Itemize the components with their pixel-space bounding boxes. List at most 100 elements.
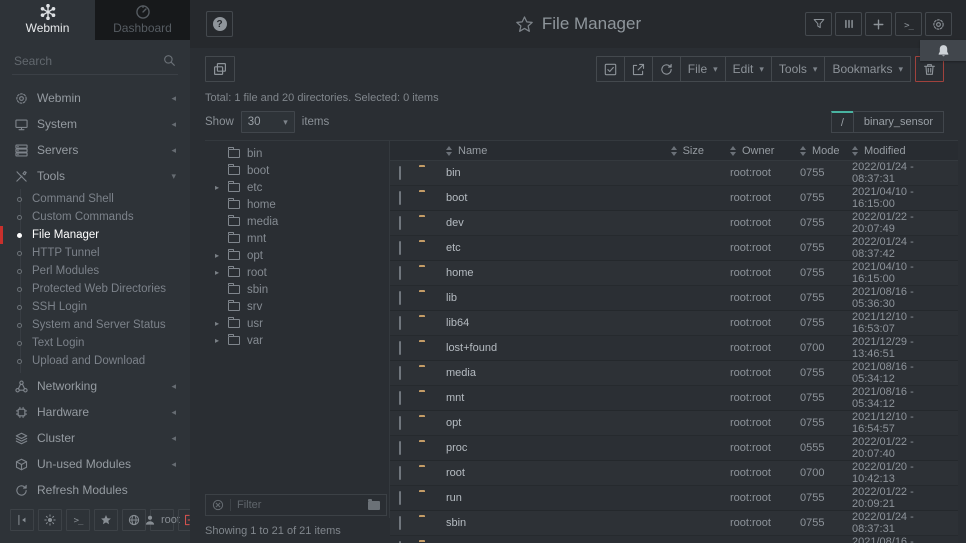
- tab-dashboard[interactable]: Dashboard: [95, 0, 190, 40]
- copy-path-button[interactable]: [205, 56, 235, 82]
- expand-arrow-icon[interactable]: ▸: [215, 319, 221, 328]
- tree-item-mnt[interactable]: mnt: [205, 230, 389, 247]
- sidebar-item-http-tunnel[interactable]: HTTP Tunnel: [0, 244, 190, 262]
- add-button[interactable]: [865, 12, 892, 36]
- expand-arrow-icon[interactable]: ▸: [215, 183, 221, 192]
- sidebar-item-hardware[interactable]: Hardware◂: [0, 399, 190, 425]
- sidebar-item-protected-web-directories[interactable]: Protected Web Directories: [0, 280, 190, 298]
- sidebar-item-custom-commands[interactable]: Custom Commands: [0, 208, 190, 226]
- row-checkbox[interactable]: [399, 366, 401, 380]
- select-all-button[interactable]: [596, 56, 625, 82]
- expand-arrow-icon[interactable]: ▸: [215, 251, 221, 260]
- row-checkbox[interactable]: [399, 391, 401, 405]
- column-header-mode[interactable]: Mode: [800, 145, 852, 157]
- filter-input[interactable]: [237, 499, 362, 511]
- search-input[interactable]: [12, 50, 178, 75]
- tree-item-bin[interactable]: bin: [205, 145, 389, 162]
- clear-filter-icon[interactable]: [212, 499, 224, 511]
- table-row-boot[interactable]: bootroot:root07552021/04/10 - 16:15:00: [390, 186, 958, 211]
- tree-item-root[interactable]: ▸root: [205, 264, 389, 281]
- columns-button[interactable]: [835, 12, 862, 36]
- folder-icon[interactable]: [368, 501, 380, 510]
- column-header-modified[interactable]: Modified: [852, 145, 958, 157]
- table-row-home[interactable]: homeroot:root07552021/04/10 - 16:15:00: [390, 261, 958, 286]
- sidebar-item-refresh-modules[interactable]: Refresh Modules: [0, 477, 190, 501]
- row-checkbox[interactable]: [399, 191, 401, 205]
- row-checkbox[interactable]: [399, 166, 401, 180]
- table-row-opt[interactable]: optroot:root07552021/12/10 - 16:54:57: [390, 411, 958, 436]
- sidebar-item-ssh-login[interactable]: SSH Login: [0, 298, 190, 316]
- row-checkbox[interactable]: [399, 491, 401, 505]
- sidebar-item-networking[interactable]: Networking◂: [0, 373, 190, 399]
- row-checkbox[interactable]: [399, 291, 401, 305]
- sidebar-item-perl-modules[interactable]: Perl Modules: [0, 262, 190, 280]
- tree-item-boot[interactable]: boot: [205, 162, 389, 179]
- sidebar-item-system[interactable]: System◂: [0, 111, 190, 137]
- row-checkbox[interactable]: [399, 341, 401, 355]
- menu-file[interactable]: File▾: [680, 56, 726, 82]
- tree-item-home[interactable]: home: [205, 196, 389, 213]
- menu-edit[interactable]: Edit▾: [725, 56, 772, 82]
- table-row-mnt[interactable]: mntroot:root07552021/08/16 - 05:34:12: [390, 386, 958, 411]
- user-button[interactable]: root: [150, 509, 174, 531]
- sidebar-item-file-manager[interactable]: File Manager: [0, 226, 190, 244]
- refresh-button[interactable]: [652, 56, 681, 82]
- sidebar-item-cluster[interactable]: Cluster◂: [0, 425, 190, 451]
- tree-item-srv[interactable]: srv: [205, 298, 389, 315]
- tree-item-opt[interactable]: ▸opt: [205, 247, 389, 264]
- sidebar-item-command-shell[interactable]: Command Shell: [0, 190, 190, 208]
- table-row-lib[interactable]: libroot:root07552021/08/16 - 05:36:30: [390, 286, 958, 311]
- breadcrumb-root[interactable]: /: [831, 111, 854, 133]
- table-row-proc[interactable]: procroot:root05552022/01/22 - 20:07:40: [390, 436, 958, 461]
- sidebar-item-un-used-modules[interactable]: Un-used Modules◂: [0, 451, 190, 477]
- table-row-lib64[interactable]: lib64root:root07552021/12/10 - 16:53:07: [390, 311, 958, 336]
- sidebar-item-servers[interactable]: Servers◂: [0, 137, 190, 163]
- breadcrumb-segment[interactable]: binary_sensor: [853, 111, 944, 133]
- sidebar-item-system-and-server-status[interactable]: System and Server Status: [0, 316, 190, 334]
- column-header-size[interactable]: Size: [624, 145, 714, 157]
- tab-webmin[interactable]: Webmin: [0, 0, 95, 40]
- terminal-button[interactable]: >_: [895, 12, 922, 36]
- row-checkbox[interactable]: [399, 316, 401, 330]
- tree-item-usr[interactable]: ▸usr: [205, 315, 389, 332]
- sidebar-item-tools[interactable]: Tools▾: [0, 163, 190, 189]
- column-header-name[interactable]: Name: [446, 145, 624, 157]
- menu-tools[interactable]: Tools▾: [771, 56, 826, 82]
- tree-item-etc[interactable]: ▸etc: [205, 179, 389, 196]
- sidebar-item-text-login[interactable]: Text Login: [0, 334, 190, 352]
- row-checkbox[interactable]: [399, 266, 401, 280]
- tree-item-var[interactable]: ▸var: [205, 332, 389, 349]
- row-checkbox[interactable]: [399, 416, 401, 430]
- row-checkbox[interactable]: [399, 216, 401, 230]
- menu-bookmarks[interactable]: Bookmarks▾: [824, 56, 911, 82]
- favorites-button[interactable]: [94, 509, 118, 531]
- sidebar-item-upload-and-download[interactable]: Upload and Download: [0, 352, 190, 370]
- row-checkbox[interactable]: [399, 441, 401, 455]
- expand-arrow-icon[interactable]: ▸: [215, 336, 221, 345]
- shell-button[interactable]: >_: [66, 509, 90, 531]
- table-row-srv[interactable]: srvroot:root07552021/08/16 - 05:34:12: [390, 536, 958, 543]
- table-row-lost-found[interactable]: lost+foundroot:root07002021/12/29 - 13:4…: [390, 336, 958, 361]
- table-row-bin[interactable]: binroot:root07552022/01/24 - 08:37:31: [390, 161, 958, 186]
- table-row-etc[interactable]: etcroot:root07552022/01/24 - 08:37:42: [390, 236, 958, 261]
- export-button[interactable]: [624, 56, 653, 82]
- settings-button[interactable]: [925, 12, 952, 36]
- table-row-run[interactable]: runroot:root07552022/01/22 - 20:09:21: [390, 486, 958, 511]
- theme-toggle-button[interactable]: [38, 509, 62, 531]
- table-row-root[interactable]: rootroot:root07002022/01/20 - 10:42:13: [390, 461, 958, 486]
- expand-arrow-icon[interactable]: ▸: [215, 268, 221, 277]
- filter-button[interactable]: [805, 12, 832, 36]
- row-checkbox[interactable]: [399, 241, 401, 255]
- table-row-media[interactable]: mediaroot:root07552021/08/16 - 05:34:12: [390, 361, 958, 386]
- notifications-tab[interactable]: [920, 40, 966, 61]
- column-header-owner[interactable]: Owner: [714, 145, 800, 157]
- page-size-select[interactable]: 30 ▾: [241, 111, 295, 133]
- table-row-dev[interactable]: devroot:root07552022/01/22 - 20:07:49: [390, 211, 958, 236]
- help-button[interactable]: ?: [206, 11, 233, 37]
- sidebar-item-webmin[interactable]: Webmin◂: [0, 85, 190, 111]
- collapse-sidebar-button[interactable]: [10, 509, 34, 531]
- row-checkbox[interactable]: [399, 466, 401, 480]
- language-button[interactable]: [122, 509, 146, 531]
- tree-item-sbin[interactable]: sbin: [205, 281, 389, 298]
- tree-item-media[interactable]: media: [205, 213, 389, 230]
